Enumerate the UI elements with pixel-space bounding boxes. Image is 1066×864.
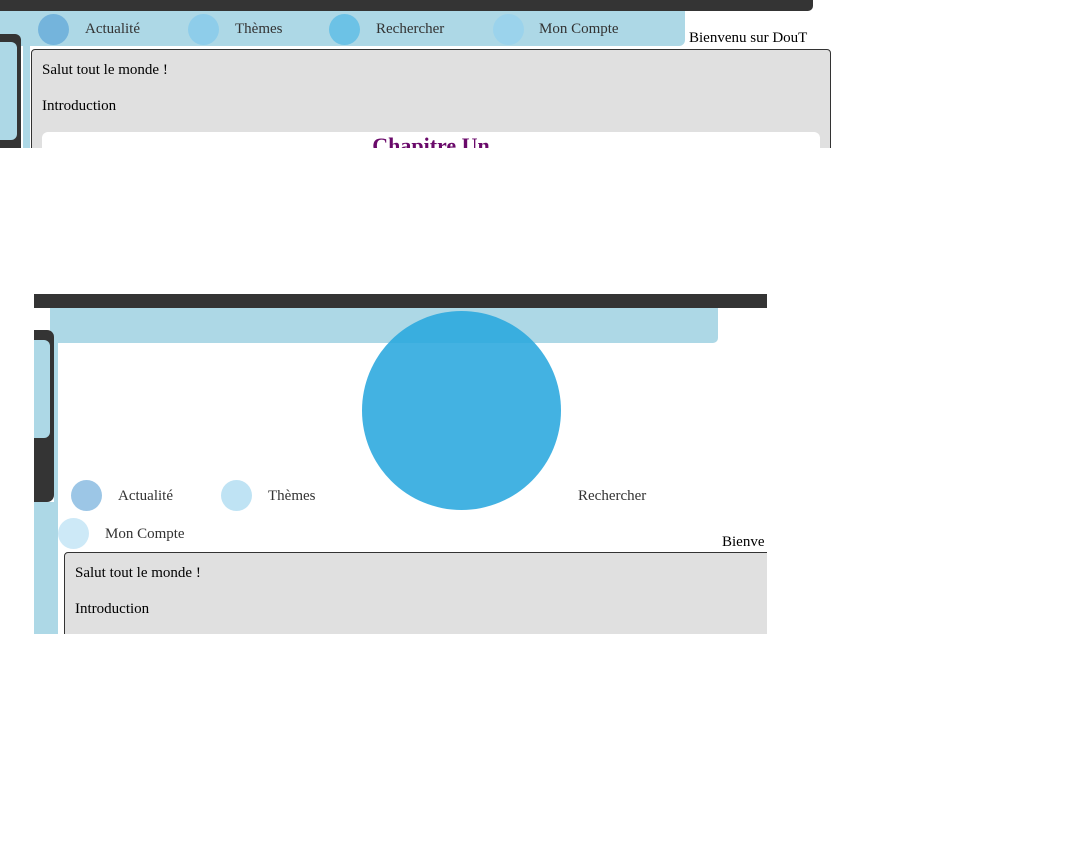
- sidebar-column: [34, 502, 58, 634]
- intro-heading: Introduction: [75, 601, 150, 617]
- nav-actualite-circle-icon[interactable]: [38, 14, 69, 45]
- nav-themes[interactable]: Thèmes: [235, 21, 282, 38]
- nav-rechercher[interactable]: Rechercher: [578, 488, 646, 505]
- sidebar-panel: [0, 42, 17, 140]
- nav-mon-compte[interactable]: Mon Compte: [539, 21, 619, 38]
- nav-mon-compte[interactable]: Mon Compte: [105, 526, 185, 543]
- sidebar-column-strip: [54, 342, 58, 502]
- chapter-title: Chapitre Un: [372, 133, 490, 148]
- large-circle-icon[interactable]: [362, 311, 561, 510]
- nav-rechercher-circle-icon[interactable]: [329, 14, 360, 45]
- nav-actualite-circle-icon[interactable]: [71, 480, 102, 511]
- top-bar: [0, 0, 813, 11]
- intro-heading: Introduction: [42, 98, 117, 114]
- nav-rechercher[interactable]: Rechercher: [376, 21, 444, 38]
- nav-themes-circle-icon[interactable]: [188, 14, 219, 45]
- top-bar: [34, 294, 767, 308]
- sidebar-column: [23, 46, 30, 148]
- nav-themes[interactable]: Thèmes: [268, 488, 315, 505]
- nav-bar: [50, 308, 718, 343]
- content-box: Salut tout le monde ! Introduction Chapi…: [31, 49, 831, 148]
- welcome-text: Bienve: [722, 534, 765, 550]
- greeting-text: Salut tout le monde !: [42, 62, 168, 78]
- frame-1-viewport: Actualité Thèmes Rechercher Mon Compte B…: [0, 0, 835, 148]
- nav-mon-compte-circle-icon[interactable]: [493, 14, 524, 45]
- welcome-text: Bienvenu sur DouT: [689, 30, 808, 46]
- nav-themes-circle-icon[interactable]: [221, 480, 252, 511]
- greeting-text: Salut tout le monde !: [75, 565, 201, 581]
- nav-actualite[interactable]: Actualité: [118, 488, 173, 505]
- sidebar-panel: [34, 340, 50, 438]
- nav-mon-compte-circle-icon[interactable]: [58, 518, 89, 549]
- content-box: Salut tout le monde ! Introduction: [64, 552, 767, 634]
- frame-2-viewport: Actualité Thèmes Rechercher Mon Compte B…: [34, 294, 767, 634]
- nav-actualite[interactable]: Actualité: [85, 21, 140, 38]
- chapter-card: Chapitre Un: [42, 132, 820, 148]
